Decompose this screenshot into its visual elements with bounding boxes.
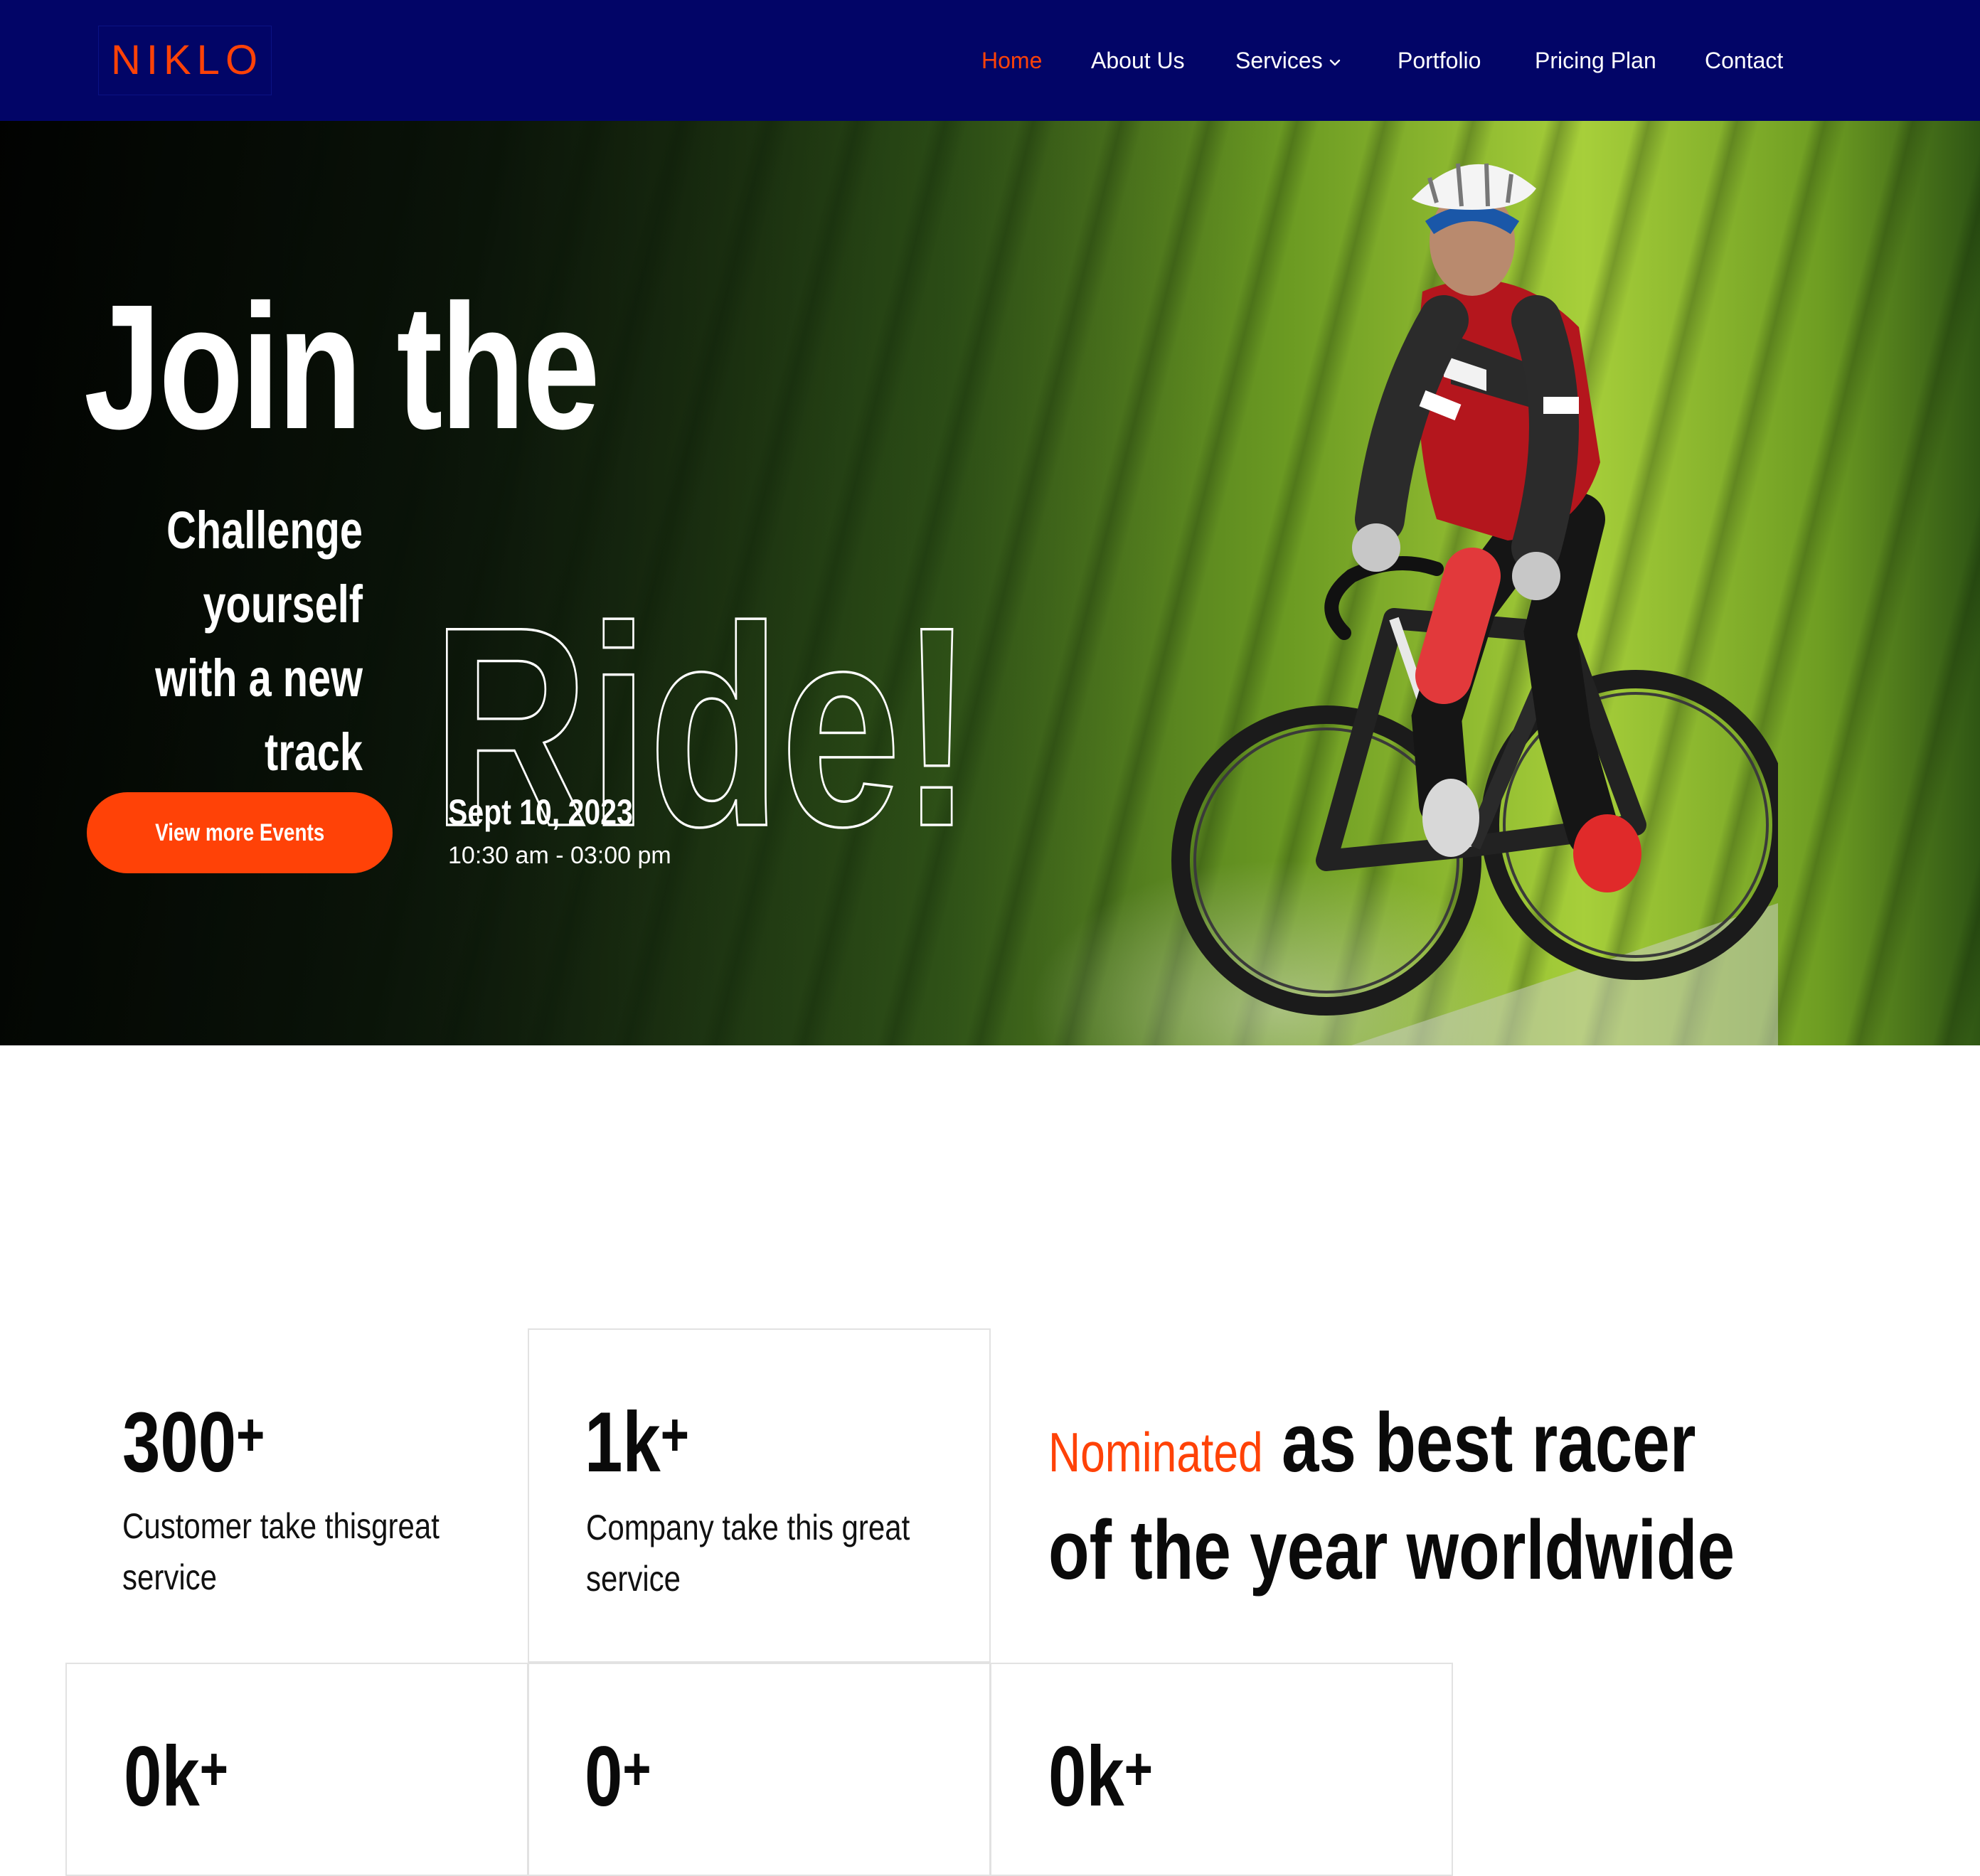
stat-suffix: +	[199, 1735, 228, 1803]
stat-value: 1k+	[585, 1385, 689, 1492]
hero-title: Join the	[84, 267, 600, 466]
event-date: Sept 10, 2023	[448, 792, 633, 832]
stat-number: 0k	[124, 1729, 200, 1824]
hero-banner: Join the Challenge yourself with a new t…	[0, 121, 1980, 1045]
stat-number: 0	[585, 1729, 623, 1824]
stat-suffix: +	[236, 1401, 265, 1469]
stat-number: 0k	[1048, 1729, 1124, 1824]
cta-label: View more Events	[154, 819, 325, 846]
hero-subtitle-text: Challenge yourself with a new track	[155, 501, 363, 782]
stat-suffix: +	[1124, 1735, 1153, 1803]
nav-home[interactable]: Home	[981, 43, 1042, 78]
chevron-down-icon	[1329, 59, 1340, 65]
stat-value: 0+	[585, 1720, 651, 1826]
stat-suffix: +	[622, 1735, 651, 1803]
stat-suffix: +	[660, 1401, 689, 1469]
stat-number: 1k	[585, 1395, 661, 1490]
stat-value: 0k+	[124, 1720, 228, 1826]
nav-services[interactable]: Services	[1235, 43, 1343, 78]
nav-contact[interactable]: Contact	[1705, 43, 1783, 78]
view-more-events-button[interactable]: View more Events	[87, 792, 393, 873]
logo[interactable]: NIKLO	[111, 36, 263, 85]
nomination-headline: Nominated as best racer of the year worl…	[1048, 1394, 1754, 1599]
stat-card	[528, 1328, 991, 1663]
stat-label: Company take this great service	[586, 1508, 910, 1599]
stat-value: 300+	[122, 1385, 265, 1492]
stat-value: 0k+	[1048, 1720, 1153, 1826]
cyclist-image	[1171, 163, 1778, 1045]
stat-label: Customer take thisgreat service	[122, 1506, 440, 1597]
nav-pricing-plan[interactable]: Pricing Plan	[1535, 43, 1656, 78]
nav-services-label: Services	[1235, 48, 1323, 73]
stat-number: 300	[122, 1395, 237, 1490]
nav-portfolio[interactable]: Portfolio	[1398, 43, 1481, 78]
nav-about-us[interactable]: About Us	[1091, 43, 1185, 78]
event-time: 10:30 am - 03:00 pm	[448, 842, 671, 869]
site-header: NIKLO Home About Us Services Portfolio P…	[0, 0, 1980, 121]
headline-accent: Nominated	[1048, 1421, 1263, 1483]
hero-subtitle: Challenge yourself with a new track	[43, 494, 363, 789]
